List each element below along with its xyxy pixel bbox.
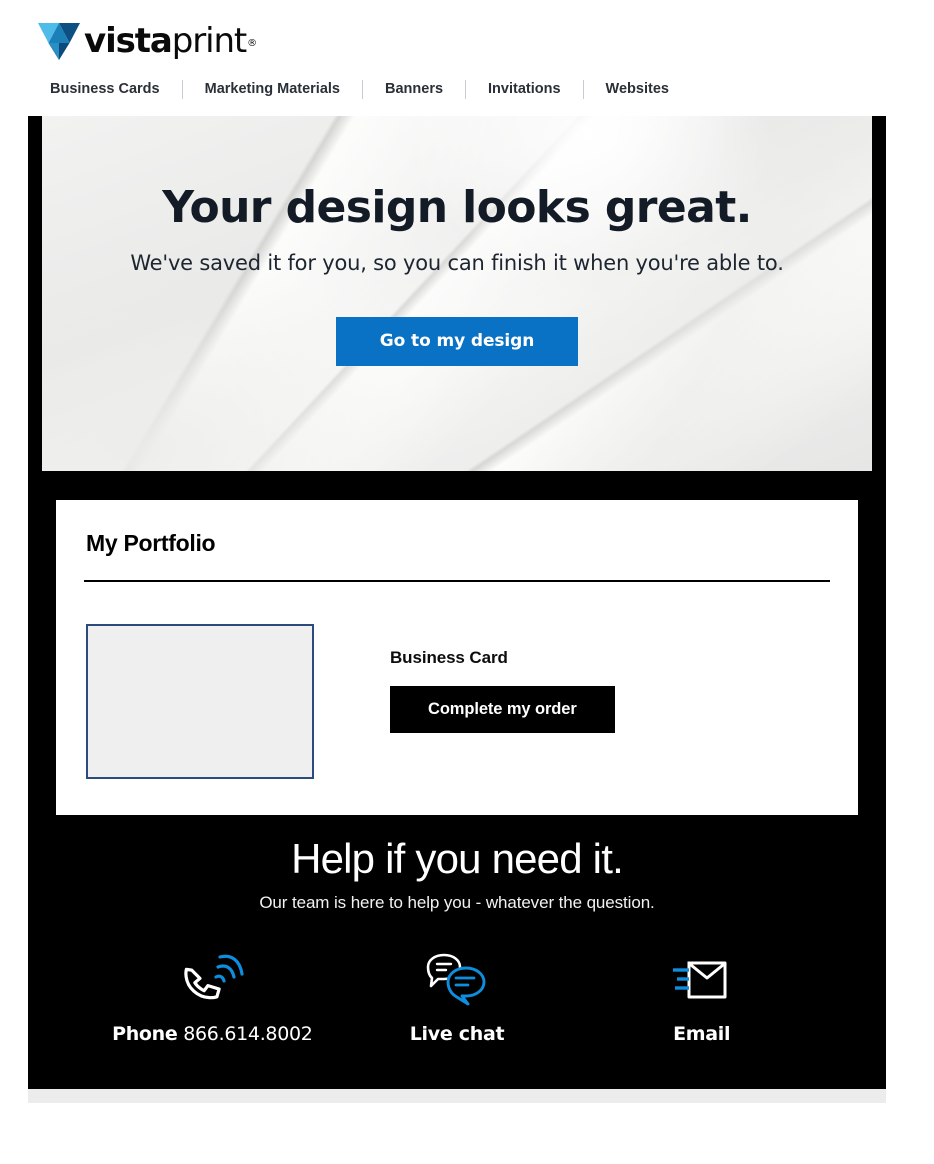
site-header: vistaprint® Business Cards Marketing Mat… <box>0 0 934 106</box>
portfolio-divider <box>84 580 830 582</box>
contact-option-phone[interactable]: Phone 866.614.8002 <box>90 947 335 1045</box>
brand-wordmark-light: print <box>171 21 247 61</box>
portfolio-item-row: Business Card Complete my order <box>84 624 830 779</box>
go-to-my-design-button[interactable]: Go to my design <box>335 317 579 366</box>
phone-label-text: Phone <box>112 1022 178 1045</box>
main-navigation: Business Cards Marketing Materials Banne… <box>0 72 934 106</box>
nav-divider <box>465 79 467 99</box>
phone-label: Phone 866.614.8002 <box>90 1023 335 1045</box>
portfolio-heading: My Portfolio <box>86 530 216 556</box>
design-thumbnail[interactable] <box>86 624 314 779</box>
page-bottom-strip <box>28 1088 886 1103</box>
brand-wordmark: vistaprint® <box>84 21 257 61</box>
brand-logo[interactable]: vistaprint® <box>0 18 934 64</box>
registered-mark-icon: ® <box>247 38 257 49</box>
my-portfolio-card: My Portfolio Business Card Complete my o… <box>56 500 858 815</box>
portfolio-item-details: Business Card Complete my order <box>390 624 615 733</box>
phone-icon-wrap <box>90 947 335 1009</box>
phone-ringing-icon <box>184 954 244 999</box>
nav-item-banners[interactable]: Banners <box>385 81 443 97</box>
email-label-text: Email <box>673 1022 731 1045</box>
email-icon-wrap <box>579 947 824 1009</box>
hero-content: Your design looks great. We've saved it … <box>42 116 872 366</box>
email-label: Email <box>579 1023 824 1045</box>
contact-options-row: Phone 866.614.8002 Live chat Email <box>28 947 886 1045</box>
chat-icon-wrap <box>335 947 580 1009</box>
help-section: Help if you need it. Our team is here to… <box>28 815 886 1089</box>
complete-my-order-button[interactable]: Complete my order <box>390 686 615 733</box>
phone-number: 866.614.8002 <box>177 1022 313 1045</box>
nav-divider <box>181 79 183 99</box>
chat-bubbles-icon <box>426 953 486 1005</box>
email-body-frame: Your design looks great. We've saved it … <box>28 116 886 1089</box>
contact-option-email[interactable]: Email <box>579 947 824 1045</box>
nav-divider <box>362 79 363 99</box>
brand-wordmark-bold: vista <box>84 21 173 61</box>
nav-item-websites[interactable]: Websites <box>606 81 669 97</box>
live-chat-label-text: Live chat <box>409 1022 505 1045</box>
hero-subtitle: We've saved it for you, so you can finis… <box>130 251 784 276</box>
envelope-icon <box>672 961 727 998</box>
hero-title: Your design looks great. <box>162 182 752 233</box>
contact-option-live-chat[interactable]: Live chat <box>335 947 580 1045</box>
product-name: Business Card <box>390 648 508 667</box>
help-subtitle: Our team is here to help you - whatever … <box>259 892 655 912</box>
help-title: Help if you need it. <box>291 835 624 882</box>
hero-banner: Your design looks great. We've saved it … <box>42 116 872 471</box>
nav-item-business-cards[interactable]: Business Cards <box>50 81 160 97</box>
nav-item-invitations[interactable]: Invitations <box>488 81 561 97</box>
nav-divider <box>582 79 584 99</box>
nav-item-marketing-materials[interactable]: Marketing Materials <box>205 81 340 97</box>
vistaprint-v-logo-icon <box>38 23 80 60</box>
live-chat-label: Live chat <box>335 1023 580 1045</box>
